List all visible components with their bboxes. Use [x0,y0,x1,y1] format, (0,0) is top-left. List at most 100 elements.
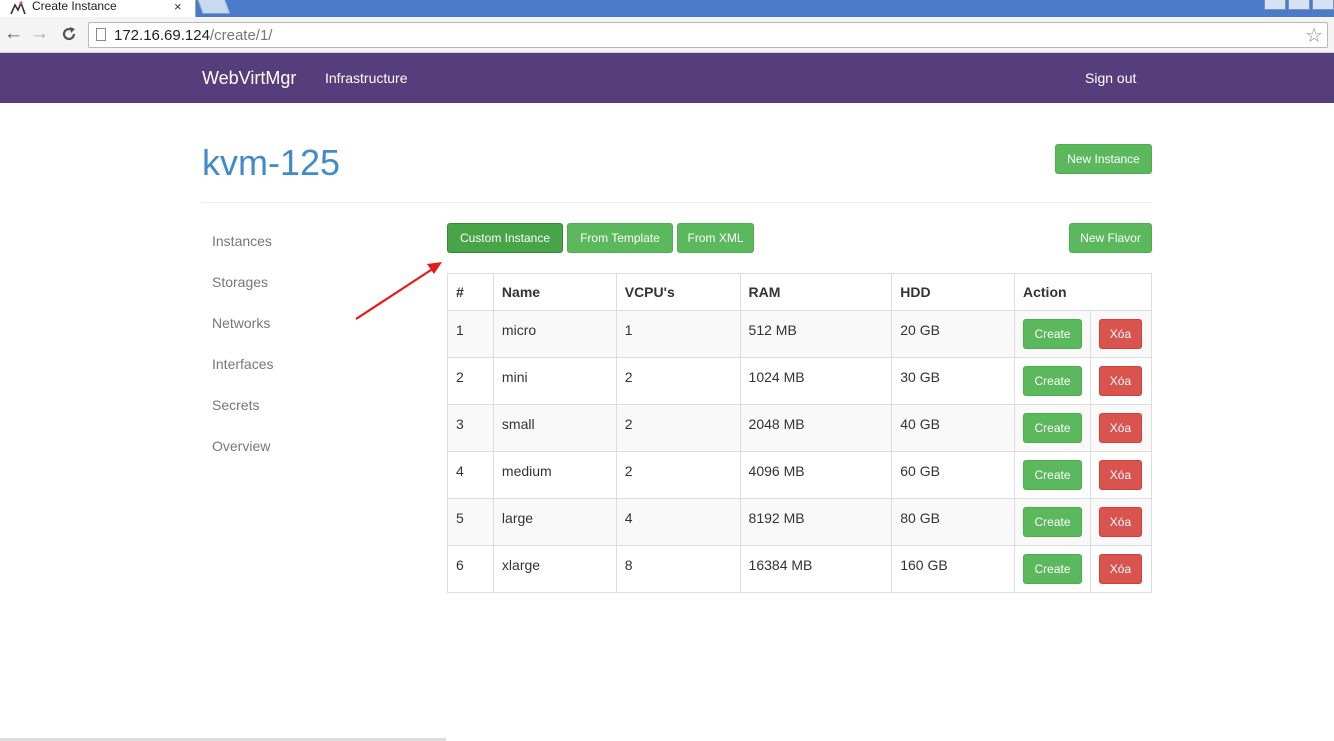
cell-vcpu: 1 [615,310,741,358]
cell-delete: Xóa [1089,310,1153,358]
cell-name: micro [492,310,617,358]
header-ram: RAM [739,273,893,311]
cell-ram: 8192 MB [739,498,893,546]
header-name: Name [492,273,617,311]
from-template-button[interactable]: From Template [567,223,673,253]
cell-create: Create [1014,404,1091,452]
cell-vcpu: 2 [615,451,741,499]
cell-ram: 512 MB [739,310,893,358]
cell-id: 2 [447,357,494,405]
flavors-table: # Name VCPU's RAM HDD Action 1 micro 1 5… [447,273,1153,593]
cell-delete: Xóa [1089,357,1153,405]
cell-hdd: 30 GB [891,357,1015,405]
cell-hdd: 60 GB [891,451,1015,499]
cell-vcpu: 2 [615,357,741,405]
cell-create: Create [1014,451,1091,499]
cell-hdd: 20 GB [891,310,1015,358]
header-hdd: HDD [891,273,1015,311]
cell-name: mini [492,357,617,405]
cell-name: large [492,498,617,546]
sidebar-item-networks[interactable]: Networks [212,315,270,331]
delete-button[interactable]: Xóa [1098,554,1142,584]
delete-button[interactable]: Xóa [1098,507,1142,537]
table-row: 4 medium 2 4096 MB 60 GB Create Xóa [447,451,1153,499]
url-path: /create/1/ [209,27,273,44]
header-id: # [447,273,494,311]
cell-id: 4 [447,451,494,499]
tab-close-icon[interactable]: × [174,0,182,14]
browser-tab[interactable]: Create Instance × [0,0,196,17]
sidebar-item-interfaces[interactable]: Interfaces [212,356,273,372]
back-arrow-icon[interactable]: ← [4,23,23,45]
create-button[interactable]: Create [1023,319,1082,349]
cell-ram: 4096 MB [739,451,893,499]
cell-id: 1 [447,310,494,358]
sidebar-item-overview[interactable]: Overview [212,438,270,454]
cell-name: small [492,404,617,452]
cell-vcpu: 8 [615,545,741,593]
cell-hdd: 160 GB [891,545,1015,593]
header-divider [202,202,1152,203]
header-action: Action [1014,273,1152,311]
cell-create: Create [1014,498,1091,546]
tab-title: Create Instance [32,0,117,13]
table-header-row: # Name VCPU's RAM HDD Action [447,273,1152,311]
table-row: 1 micro 1 512 MB 20 GB Create Xóa [447,310,1153,358]
table-row: 5 large 4 8192 MB 80 GB Create Xóa [447,498,1153,546]
close-window-icon[interactable] [1312,0,1334,10]
cell-delete: Xóa [1089,545,1153,593]
create-button[interactable]: Create [1023,413,1082,443]
brand-link[interactable]: WebVirtMgr [202,68,296,89]
cell-id: 6 [447,545,494,593]
new-tab-button[interactable] [197,0,231,14]
create-button[interactable]: Create [1023,460,1082,490]
minimize-icon[interactable] [1264,0,1286,10]
cell-name: medium [492,451,617,499]
cell-id: 3 [447,404,494,452]
new-flavor-button[interactable]: New Flavor [1069,223,1152,253]
sidebar-item-secrets[interactable]: Secrets [212,397,259,413]
red-arrow-icon [355,262,442,320]
cell-hdd: 80 GB [891,498,1015,546]
forward-arrow-icon[interactable]: → [30,23,49,45]
cell-name: xlarge [492,545,617,593]
cell-create: Create [1014,545,1091,593]
url-text: 172.16.69.124/create/1/ [114,27,272,44]
from-xml-button[interactable]: From XML [677,223,754,253]
cell-id: 5 [447,498,494,546]
cell-delete: Xóa [1089,451,1153,499]
browser-toolbar: ← → 172.16.69.124/create/1/ ☆ [0,17,1334,53]
header-vcpu: VCPU's [615,273,741,311]
app-navbar: WebVirtMgr Infrastructure Sign out [0,53,1334,103]
create-button[interactable]: Create [1023,554,1082,584]
address-bar[interactable]: 172.16.69.124/create/1/ ☆ [88,22,1328,48]
new-instance-button[interactable]: New Instance [1055,144,1152,174]
custom-instance-button[interactable]: Custom Instance [447,223,563,253]
cell-create: Create [1014,357,1091,405]
delete-button[interactable]: Xóa [1098,413,1142,443]
delete-button[interactable]: Xóa [1098,460,1142,490]
cell-delete: Xóa [1089,404,1153,452]
page-icon [96,28,106,41]
cell-delete: Xóa [1089,498,1153,546]
cell-ram: 2048 MB [739,404,893,452]
browser-tabstrip: Create Instance × [0,0,1334,17]
sign-out-link[interactable]: Sign out [1085,70,1136,86]
table-row: 6 xlarge 8 16384 MB 160 GB Create Xóa [447,545,1153,593]
sidebar-item-instances[interactable]: Instances [212,233,272,249]
cell-ram: 1024 MB [739,357,893,405]
create-button[interactable]: Create [1023,366,1082,396]
bookmark-star-icon[interactable]: ☆ [1305,23,1323,48]
url-host: 172.16.69.124 [114,27,210,44]
create-button[interactable]: Create [1023,507,1082,537]
delete-button[interactable]: Xóa [1098,319,1142,349]
page-title: kvm-125 [202,142,341,183]
reload-icon[interactable] [61,26,77,42]
sidebar-item-storages[interactable]: Storages [212,274,268,290]
webvirtmgr-favicon-icon [10,1,26,15]
cell-create: Create [1014,310,1091,358]
delete-button[interactable]: Xóa [1098,366,1142,396]
cell-vcpu: 4 [615,498,741,546]
nav-infrastructure[interactable]: Infrastructure [325,70,407,86]
restore-icon[interactable] [1288,0,1310,10]
